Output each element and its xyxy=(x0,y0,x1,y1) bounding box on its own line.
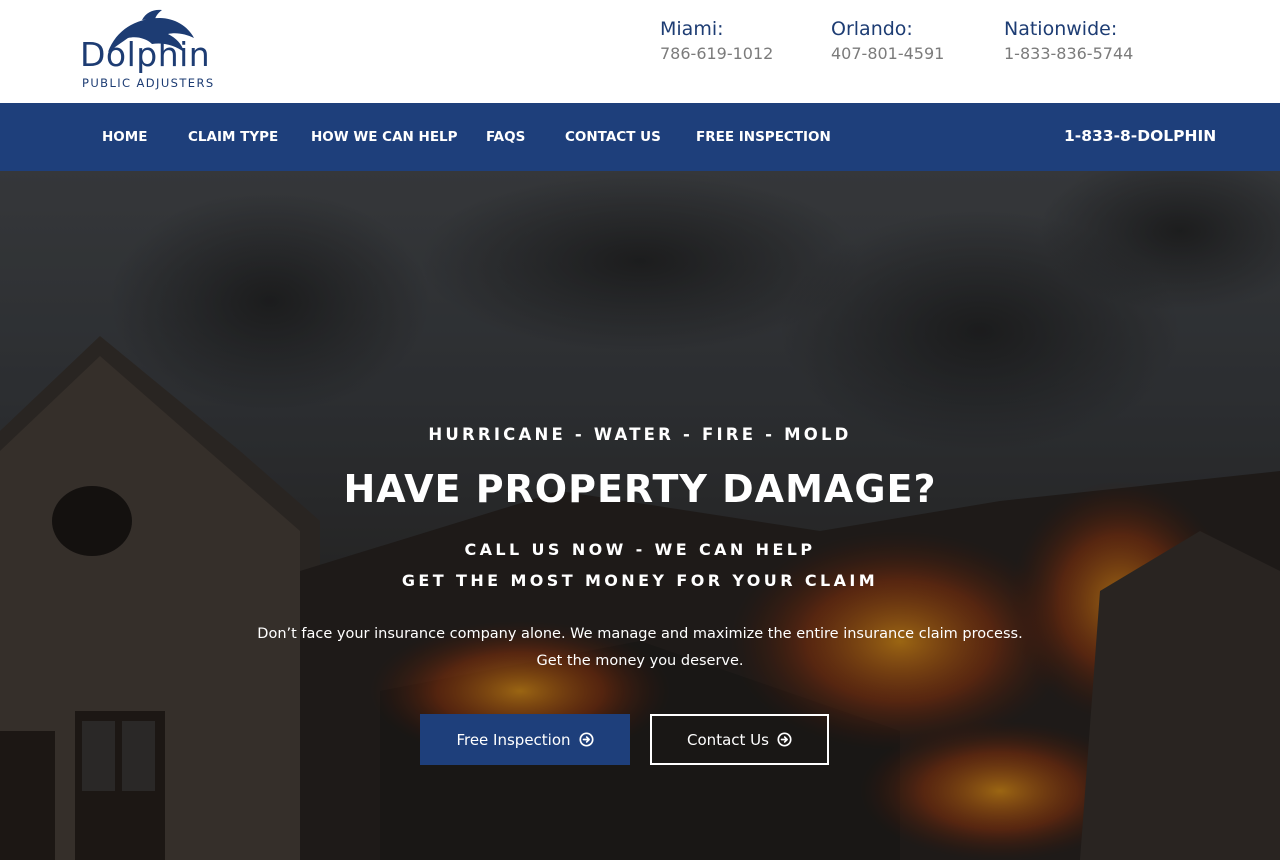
main-nav: HOME CLAIM TYPE HOW WE CAN HELP FAQS CON… xyxy=(0,103,1280,171)
free-inspection-button-label: Free Inspection xyxy=(456,730,571,749)
hero-section: HURRICANE - WATER - FIRE - MOLD HAVE PRO… xyxy=(0,171,1280,860)
office-phone[interactable]: 407-801-4591 xyxy=(831,44,944,64)
hero-title: HAVE PROPERTY DAMAGE? xyxy=(343,467,937,511)
top-header: Dolphin PUBLIC ADJUSTERS Miami: 786-619-… xyxy=(0,0,1280,103)
nav-item-contact-us[interactable]: CONTACT US xyxy=(565,129,661,145)
office-phone[interactable]: 1-833-836-5744 xyxy=(1004,44,1133,64)
contact-us-button-label: Contact Us xyxy=(687,730,769,749)
logo-wordmark: Dolphin xyxy=(80,35,211,74)
hero-subtitle-line1: CALL US NOW - WE CAN HELP xyxy=(464,540,816,559)
office-phone[interactable]: 786-619-1012 xyxy=(660,44,773,64)
free-inspection-button[interactable]: Free Inspection xyxy=(420,714,630,765)
office-city: Orlando: xyxy=(831,18,913,40)
office-city: Miami: xyxy=(660,18,724,40)
nav-phone-link[interactable]: 1-833-8-DOLPHIN xyxy=(1064,127,1216,145)
nav-item-home[interactable]: HOME xyxy=(102,129,147,145)
contact-us-button[interactable]: Contact Us xyxy=(650,714,829,765)
nav-item-claim-type[interactable]: CLAIM TYPE xyxy=(188,129,278,145)
office-orlando: Orlando: 407-801-4591 xyxy=(831,18,944,64)
burning-house-background xyxy=(0,171,1280,860)
office-city: Nationwide: xyxy=(1004,18,1118,40)
nav-item-how-we-can-help[interactable]: HOW WE CAN HELP xyxy=(311,129,458,145)
dolphin-logo[interactable]: Dolphin PUBLIC ADJUSTERS xyxy=(80,8,228,96)
office-nationwide: Nationwide: 1-833-836-5744 xyxy=(1004,18,1133,64)
hero-tags: HURRICANE - WATER - FIRE - MOLD xyxy=(428,425,852,444)
logo-tagline: PUBLIC ADJUSTERS xyxy=(82,76,215,90)
arrow-circle-right-icon xyxy=(579,732,594,747)
hero-subtitle-line2: GET THE MOST MONEY FOR YOUR CLAIM xyxy=(401,571,879,590)
office-miami: Miami: 786-619-1012 xyxy=(660,18,773,64)
nav-item-faqs[interactable]: FAQS xyxy=(486,129,525,145)
arrow-circle-right-icon xyxy=(777,732,792,747)
hero-description: Don’t face your insurance company alone.… xyxy=(257,626,1023,669)
nav-item-free-inspection[interactable]: FREE INSPECTION xyxy=(696,129,831,145)
